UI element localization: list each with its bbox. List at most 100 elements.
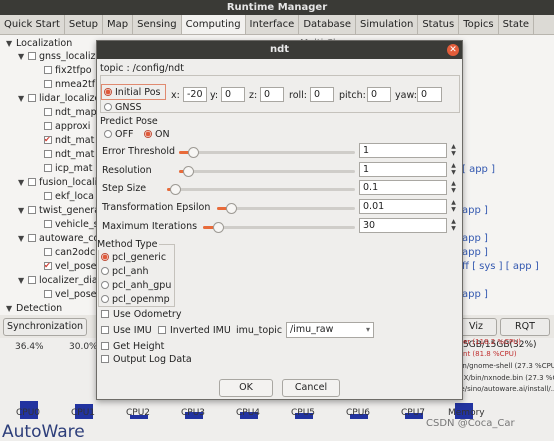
x-input[interactable]: -20 [183,87,207,102]
y-input[interactable]: 0 [221,87,245,102]
slider-handle[interactable] [213,222,224,233]
inverted-imu-checkbox[interactable]: Inverted IMU [158,325,231,336]
z-input[interactable]: 0 [260,87,284,102]
checkbox[interactable] [44,163,52,172]
tree-localizer-diag[interactable]: ▼ localizer_diag [18,274,104,287]
checkbox[interactable] [28,233,36,242]
tab-setup[interactable]: Setup [65,15,103,34]
slider-handle[interactable] [183,166,194,177]
tree-localization[interactable]: ▼ Localization [6,37,72,50]
spin-arrows-icon[interactable]: ▲ ▼ [449,180,458,195]
tree-vel-pose[interactable]: vel_pose [44,259,97,273]
tree-vehicle-sim[interactable]: vehicle_s [44,218,99,231]
maximum-iterations-input[interactable]: 30 [359,218,447,233]
checkbox[interactable] [44,79,52,88]
app-link[interactable]: [ app ] [462,164,495,175]
spin-arrows-icon[interactable]: ▲ ▼ [449,143,458,158]
use-odometry-checkbox[interactable]: Use Odometry [101,309,181,320]
resolution-slider[interactable] [179,166,355,177]
cancel-button[interactable]: Cancel [282,379,340,397]
close-icon[interactable]: ✕ [447,44,459,56]
collapse-triangle-icon[interactable]: ▼ [18,232,28,245]
transformation-epsilon-input[interactable]: 0.01 [359,199,447,214]
collapse-triangle-icon[interactable]: ▼ [18,92,28,105]
app-link[interactable]: app ] [462,289,488,300]
checkbox[interactable] [44,289,52,298]
rqt-button[interactable]: RQT [500,318,550,336]
method-pcl-anh-gpu-radio[interactable]: pcl_anh_gpu [101,280,171,291]
tree-fix2tfpose[interactable]: fix2tfpo [44,64,92,77]
tab-database[interactable]: Database [299,15,357,34]
tab-quick-start[interactable]: Quick Start [0,15,65,34]
method-pcl-anh-radio[interactable]: pcl_anh [101,266,149,277]
checkbox[interactable] [28,275,36,284]
collapse-triangle-icon[interactable]: ▼ [18,204,28,217]
error-threshold-slider[interactable] [179,147,355,158]
checkbox[interactable] [28,205,36,214]
tree-fusion-localizer[interactable]: ▼ fusion_locali [18,176,97,189]
resolution-input[interactable]: 1 [359,162,447,177]
spin-arrows-icon[interactable]: ▲ ▼ [449,218,458,233]
tree-ndt-matching[interactable]: ndt_mat [44,133,94,147]
tree-vel-pose-2[interactable]: vel_pose [44,288,97,301]
checkbox-checked[interactable] [44,259,52,272]
checkbox[interactable] [28,93,36,102]
error-threshold-input[interactable]: 1 [359,143,447,158]
transformation-epsilon-slider[interactable] [217,203,355,214]
slider-handle[interactable] [226,203,237,214]
spin-arrows-icon[interactable]: ▲ ▼ [449,162,458,177]
app-link[interactable]: app ] [462,205,488,216]
tree-gnss-localizer[interactable]: ▼ gnss_localize [18,50,101,63]
tree-can2odom[interactable]: can2odc [44,246,95,259]
slider-handle[interactable] [170,184,181,195]
predict-off-radio[interactable]: OFF [104,129,133,140]
synchronization-button[interactable]: Synchronization [3,318,87,336]
tree-twist-generator[interactable]: ▼ twist_generat [18,204,104,217]
method-pcl-openmp-radio[interactable]: pcl_openmp [101,294,170,305]
tree-ndt-mapping[interactable]: ndt_map [44,106,97,119]
checkbox[interactable] [44,149,52,158]
tree-autoware-connector[interactable]: ▼ autoware_co [18,232,99,245]
checkbox-checked[interactable] [44,133,52,146]
gnss-radio[interactable]: GNSS [104,102,142,113]
checkbox[interactable] [44,247,52,256]
collapse-triangle-icon[interactable]: ▼ [18,274,28,287]
checkbox[interactable] [28,51,36,60]
yaw-input[interactable]: 0 [417,87,442,102]
tab-map[interactable]: Map [103,15,134,34]
app-link[interactable]: app ] [462,233,488,244]
app-link[interactable]: app ] [462,247,488,258]
use-imu-checkbox[interactable]: Use IMU [101,325,152,336]
collapse-triangle-icon[interactable]: ▼ [18,50,28,63]
tab-interface[interactable]: Interface [246,15,300,34]
get-height-checkbox[interactable]: Get Height [101,341,164,352]
ok-button[interactable]: OK [219,379,273,397]
collapse-triangle-icon[interactable]: ▼ [6,302,16,315]
slider-handle[interactable] [188,147,199,158]
pitch-input[interactable]: 0 [367,87,391,102]
initial-pos-radio[interactable]: Initial Pos [104,87,160,98]
collapse-triangle-icon[interactable]: ▼ [6,37,16,50]
tab-status[interactable]: Status [418,15,460,34]
sys-app-links[interactable]: ff [ sys ] [ app ] [462,261,539,272]
checkbox[interactable] [44,121,52,130]
tab-sensing[interactable]: Sensing [133,15,182,34]
step-size-slider[interactable] [167,184,355,195]
imu-topic-combo[interactable]: /imu_raw ▾ [286,322,374,338]
tab-computing[interactable]: Computing [181,15,246,34]
tree-ekf-localizer[interactable]: ekf_loca [44,190,94,203]
tree-ndt-matching-2[interactable]: ndt_mat [44,148,94,161]
collapse-triangle-icon[interactable]: ▼ [18,176,28,189]
output-log-data-checkbox[interactable]: Output Log Data [101,354,192,365]
tab-state[interactable]: State [499,15,535,34]
step-size-input[interactable]: 0.1 [359,180,447,195]
tree-icp-matching[interactable]: icp_mat [44,162,92,175]
maximum-iterations-slider[interactable] [203,222,355,233]
predict-on-radio[interactable]: ON [144,129,170,140]
checkbox[interactable] [44,219,52,228]
tab-simulation[interactable]: Simulation [356,15,419,34]
checkbox[interactable] [44,65,52,74]
tree-lidar-localizer[interactable]: ▼ lidar_localize [18,92,100,105]
checkbox[interactable] [44,191,52,200]
checkbox[interactable] [44,107,52,116]
